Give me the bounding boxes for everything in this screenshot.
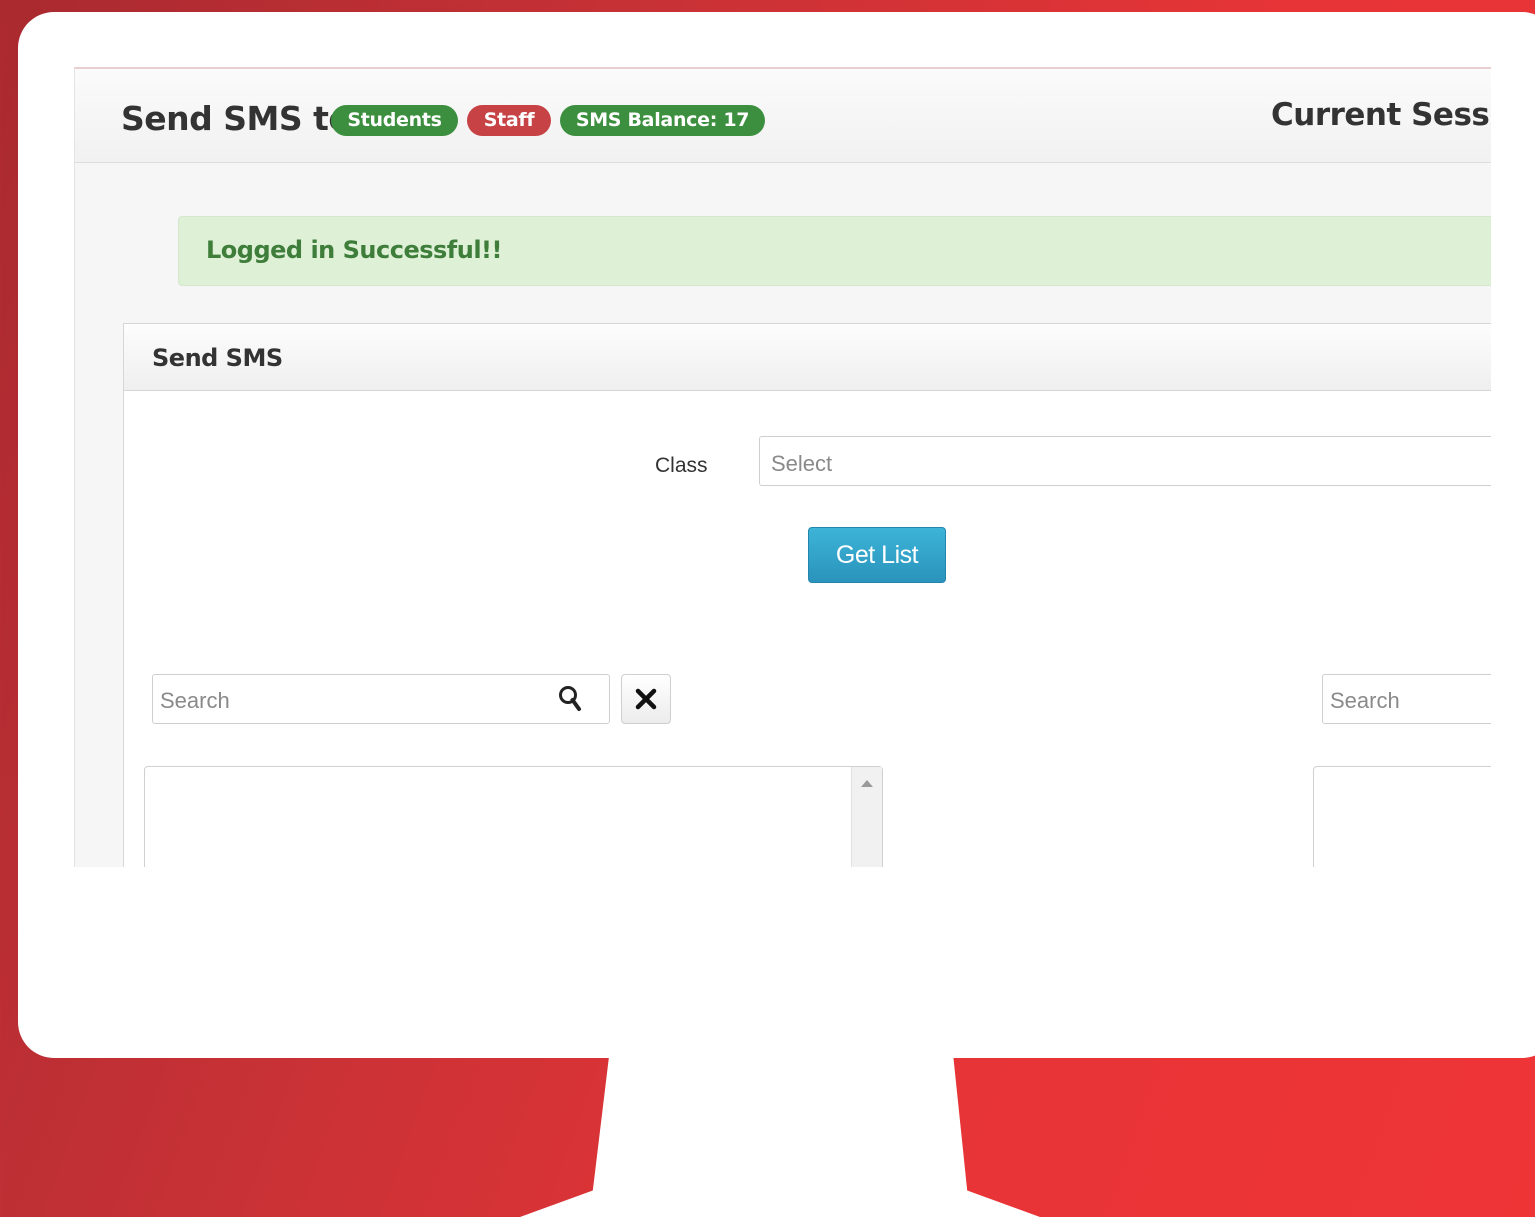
app-screen: Send SMS to Students Staff SMS Balance: … — [74, 67, 1491, 867]
success-alert: Logged in Successful!! — [178, 216, 1491, 286]
class-select-value: Select — [771, 451, 833, 476]
current-session-label: Current Sessi — [1271, 97, 1491, 133]
class-select[interactable]: Select — [759, 436, 1491, 486]
students-badge-button[interactable]: Students — [331, 105, 458, 136]
get-list-button[interactable]: Get List — [808, 527, 946, 583]
right-search-input[interactable]: Search — [1322, 674, 1491, 724]
send-sms-panel: Send SMS Class Select Get List Search Se… — [123, 323, 1491, 867]
left-list-scrollbar[interactable] — [851, 767, 882, 867]
monitor-stand — [520, 1040, 1040, 1217]
scroll-up-arrow-icon[interactable] — [861, 780, 873, 787]
clear-search-button[interactable] — [621, 674, 671, 724]
search-icon[interactable] — [557, 684, 587, 714]
class-label: Class — [655, 454, 708, 477]
staff-badge-button[interactable]: Staff — [467, 105, 551, 136]
page-header: Send SMS to Students Staff SMS Balance: … — [75, 69, 1491, 163]
alert-message: Logged in Successful!! — [206, 236, 502, 264]
right-search-placeholder: Search — [1330, 688, 1400, 713]
left-recipient-list[interactable] — [144, 766, 883, 867]
left-search-input[interactable]: Search — [152, 674, 610, 724]
right-recipient-list[interactable] — [1313, 766, 1491, 867]
left-search-placeholder: Search — [160, 688, 230, 713]
sms-balance-badge: SMS Balance: 17 — [560, 105, 765, 136]
panel-title: Send SMS — [152, 344, 283, 372]
panel-heading: Send SMS — [124, 324, 1491, 391]
close-icon — [635, 688, 657, 710]
page-title: Send SMS to — [121, 99, 351, 138]
